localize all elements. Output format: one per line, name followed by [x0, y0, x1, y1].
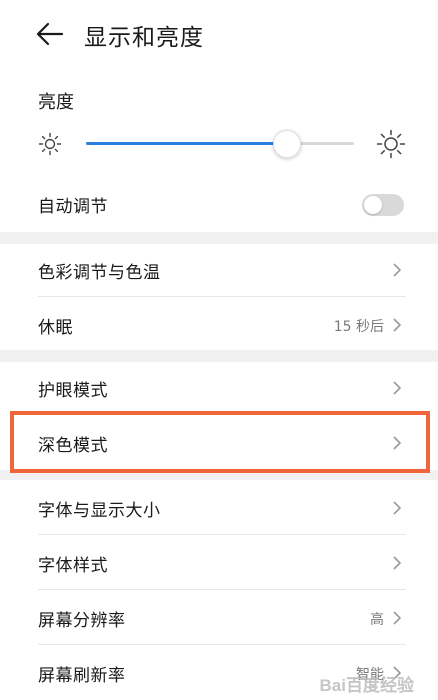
chevron-right-icon: [393, 318, 402, 332]
list-item-resolution[interactable]: 屏幕分辨率 高: [0, 590, 438, 646]
chevron-right-icon: [393, 263, 402, 277]
chevron-right-icon: [393, 501, 402, 515]
list-item-label: 字体样式: [38, 556, 108, 576]
brightness-slider-thumb[interactable]: [273, 130, 301, 158]
chevron-right-icon: [393, 611, 402, 625]
auto-adjust-toggle[interactable]: [362, 194, 404, 216]
list-item-font-style[interactable]: 字体样式: [0, 535, 438, 591]
toggle-knob: [364, 196, 382, 214]
resolution-value: 高: [370, 612, 384, 628]
watermark: Bai百度经验: [319, 676, 414, 695]
auto-adjust-label: 自动调节: [38, 197, 108, 217]
list-item-label: 字体与显示大小: [38, 501, 161, 521]
sun-large-icon: [376, 129, 406, 159]
back-arrow-icon[interactable]: [36, 20, 64, 48]
list-item-sleep[interactable]: 休眠 15 秒后: [0, 297, 438, 353]
chevron-right-icon: [393, 381, 402, 395]
page-title: 显示和亮度: [84, 25, 204, 51]
chevron-right-icon: [393, 436, 402, 450]
list-item-dark-mode[interactable]: 深色模式: [0, 415, 438, 471]
list-item-label: 深色模式: [38, 436, 108, 456]
brightness-slider-fill: [86, 142, 287, 145]
list-item-label: 屏幕分辨率: [38, 611, 126, 631]
list-item-color-temperature[interactable]: 色彩调节与色温: [0, 242, 438, 298]
brightness-label: 亮度: [38, 92, 74, 113]
list-item-label: 屏幕刷新率: [38, 666, 126, 686]
list-item-eye-comfort[interactable]: 护眼模式: [0, 360, 438, 416]
list-item-label: 护眼模式: [38, 381, 108, 401]
list-item-label: 色彩调节与色温: [38, 263, 161, 283]
list-item-label: 休眠: [38, 318, 73, 338]
sleep-value: 15 秒后: [333, 319, 384, 335]
brightness-slider[interactable]: [86, 130, 354, 158]
chevron-right-icon: [393, 556, 402, 570]
app-header: 显示和亮度: [0, 0, 438, 70]
list-item-font-display-size[interactable]: 字体与显示大小: [0, 480, 438, 536]
section-gap: [0, 470, 438, 480]
auto-adjust-row: 自动调节: [0, 176, 438, 232]
sun-small-icon: [38, 132, 62, 156]
